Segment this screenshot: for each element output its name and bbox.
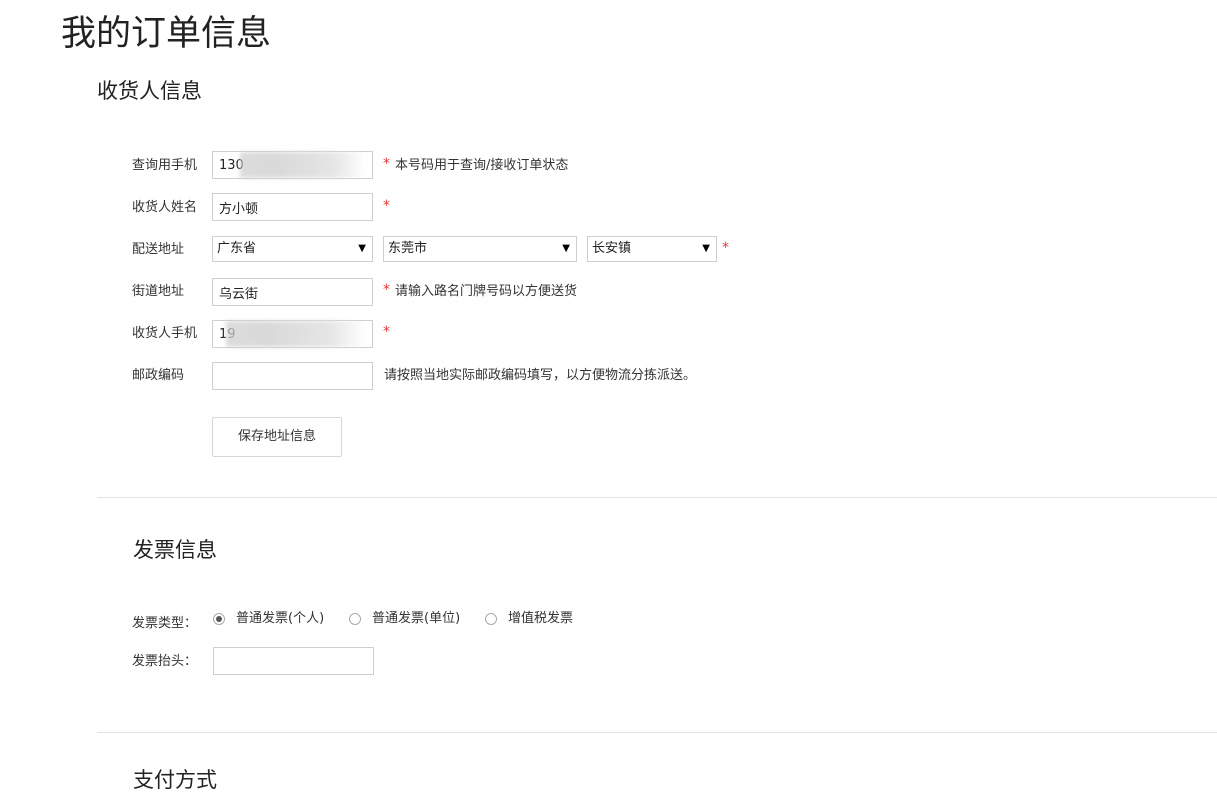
receiver-name-input[interactable] — [212, 193, 373, 221]
phone-redaction — [226, 321, 366, 347]
required-mark: * — [383, 156, 390, 172]
invoice-type-company-label[interactable]: 普通发票(单位) — [372, 610, 460, 628]
section-divider — [97, 497, 1217, 498]
query-phone-label: 查询用手机 — [132, 158, 198, 173]
province-select[interactable]: 广东省 ▼ — [212, 236, 373, 262]
required-mark: * — [722, 240, 729, 256]
phone-redaction — [240, 152, 365, 178]
dropdown-arrow-icon: ▼ — [702, 243, 710, 254]
invoice-section-title: 发票信息 — [133, 538, 217, 562]
invoice-type-label: 发票类型： — [132, 616, 198, 631]
receiver-name-label: 收货人姓名 — [132, 200, 198, 215]
section-divider — [97, 732, 1217, 733]
province-value: 广东省 — [217, 241, 257, 256]
district-value: 长安镇 — [592, 241, 632, 256]
required-mark: * — [383, 324, 390, 340]
invoice-header-input[interactable] — [213, 647, 374, 675]
receiver-section-title: 收货人信息 — [97, 79, 202, 103]
payment-section-title: 支付方式 — [133, 768, 217, 792]
district-select[interactable]: 长安镇 ▼ — [587, 236, 717, 262]
city-value: 东莞市 — [388, 241, 428, 256]
invoice-type-vat-radio[interactable] — [485, 613, 497, 625]
invoice-header-label: 发票抬头： — [132, 654, 198, 669]
invoice-type-vat-label[interactable]: 增值税发票 — [508, 610, 573, 628]
receiver-phone-label: 收货人手机 — [132, 326, 198, 341]
street-hint: 请输入路名门牌号码以方便送货 — [395, 284, 578, 299]
dropdown-arrow-icon: ▼ — [562, 243, 570, 254]
street-input[interactable] — [212, 278, 373, 306]
invoice-type-personal-radio[interactable] — [213, 613, 225, 625]
page-title: 我的订单信息 — [61, 14, 272, 54]
postcode-hint: 请按照当地实际邮政编码填写，以方便物流分拣派送。 — [384, 368, 697, 383]
required-mark: * — [383, 198, 390, 214]
invoice-type-company-radio[interactable] — [349, 613, 361, 625]
invoice-type-personal-label[interactable]: 普通发票(个人) — [236, 610, 324, 628]
address-label: 配送地址 — [132, 242, 185, 257]
postcode-label: 邮政编码 — [132, 368, 185, 383]
street-label: 街道地址 — [132, 284, 185, 299]
save-address-button[interactable]: 保存地址信息 — [212, 417, 342, 457]
postcode-input[interactable] — [212, 362, 373, 390]
required-mark: * — [383, 282, 390, 298]
radio-selected-dot — [216, 616, 222, 622]
city-select[interactable]: 东莞市 ▼ — [383, 236, 577, 262]
query-phone-hint: 本号码用于查询/接收订单状态 — [395, 158, 569, 173]
dropdown-arrow-icon: ▼ — [358, 243, 366, 254]
